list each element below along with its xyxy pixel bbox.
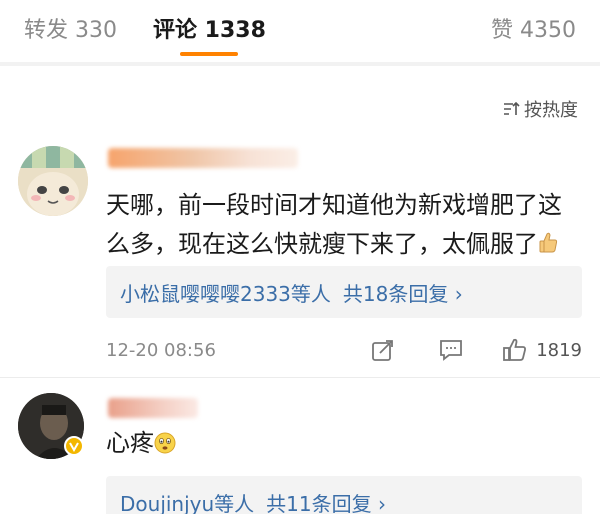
comment-separator bbox=[0, 377, 600, 378]
worried-face-emoji-icon bbox=[154, 432, 176, 454]
comment-time: 12-20 08:56 bbox=[106, 339, 216, 361]
section-divider bbox=[0, 62, 600, 66]
comment-text-line: 么多，现在这么快就瘦下来了，太佩服了 bbox=[106, 225, 576, 264]
comment-text: 天哪，前一段时间才知道他为新戏增肥了这 么多，现在这么快就瘦下来了，太佩服了 bbox=[106, 186, 576, 264]
like-button[interactable]: 1819 bbox=[502, 337, 582, 363]
verified-badge-icon bbox=[64, 436, 84, 456]
sort-label: 按热度 bbox=[524, 100, 578, 121]
comment-text: 心疼 bbox=[106, 424, 576, 463]
reply-users: Doujinjyu等人 bbox=[120, 491, 255, 514]
replies-summary[interactable]: Doujinjyu等人 共11条回复 › bbox=[106, 476, 582, 514]
blurred-username[interactable] bbox=[108, 148, 298, 168]
comment-text-line: 天哪，前一段时间才知道他为新戏增肥了这 bbox=[106, 191, 562, 219]
reply-button[interactable] bbox=[438, 337, 464, 363]
reply-icon bbox=[440, 340, 463, 361]
comment-meta: 12-20 08:56 1819 bbox=[106, 334, 582, 366]
tab-repost[interactable]: 转发 330 bbox=[24, 12, 117, 44]
like-icon bbox=[503, 338, 527, 361]
reply-count: 共11条回复 › bbox=[266, 491, 386, 514]
like-count: 1819 bbox=[536, 339, 582, 361]
thumbs-up-emoji-icon bbox=[539, 232, 558, 253]
sort-button[interactable]: 按热度 bbox=[502, 96, 578, 122]
active-tab-indicator bbox=[180, 52, 238, 56]
sort-icon bbox=[504, 101, 520, 115]
tab-bar: 转发 330 评论 1338 赞 4350 bbox=[0, 0, 600, 62]
reply-count: 共18条回复 › bbox=[342, 281, 463, 306]
tab-like[interactable]: 赞 4350 bbox=[491, 12, 576, 44]
avatar[interactable] bbox=[18, 146, 88, 216]
tab-comment[interactable]: 评论 1338 bbox=[153, 12, 266, 44]
reply-users: 小松鼠嘤嘤嘤2333等人 bbox=[120, 281, 331, 306]
blurred-username[interactable] bbox=[108, 398, 198, 418]
replies-summary[interactable]: 小松鼠嘤嘤嘤2333等人 共18条回复 › bbox=[106, 266, 582, 318]
avatar-image bbox=[18, 146, 88, 216]
share-icon bbox=[372, 340, 394, 361]
share-button[interactable] bbox=[370, 337, 396, 363]
